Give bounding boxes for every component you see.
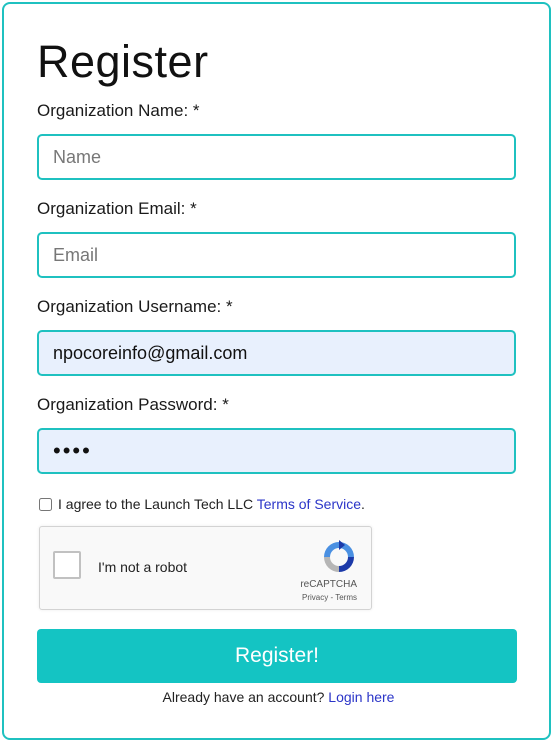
org-email-label: Organization Email: * [37, 199, 197, 218]
page-title: Register [37, 36, 209, 87]
org-password-label: Organization Password: * [37, 395, 229, 414]
login-prompt-text: Already have an account? [162, 689, 325, 705]
org-username-label: Organization Username: * [37, 297, 233, 316]
terms-checkbox[interactable] [39, 497, 52, 511]
recaptcha-logo-icon [324, 540, 354, 572]
org-name-label: Organization Name: * [37, 101, 200, 120]
terms-suffix: . [361, 496, 365, 512]
terms-text: I agree to the Launch Tech LLC [58, 496, 254, 512]
terms-row: I agree to the Launch Tech LLC Terms of … [39, 496, 365, 512]
org-email-input[interactable] [37, 232, 516, 278]
recaptcha-widget: I'm not a robot reCAPTCHA Privacy - Term… [39, 526, 372, 610]
org-name-input[interactable] [37, 134, 516, 180]
login-link[interactable]: Login here [328, 689, 394, 705]
recaptcha-label: I'm not a robot [98, 559, 188, 575]
terms-of-service-link[interactable]: Terms of Service [257, 496, 361, 512]
recaptcha-checkbox[interactable] [53, 551, 81, 579]
recaptcha-brand: reCAPTCHA [300, 579, 357, 590]
login-prompt-row: Already have an account? Login here [0, 689, 557, 705]
register-button[interactable]: Register! [37, 629, 517, 683]
org-username-input[interactable] [37, 330, 516, 376]
recaptcha-links[interactable]: Privacy - Terms [302, 593, 357, 602]
org-password-input[interactable] [37, 428, 516, 474]
